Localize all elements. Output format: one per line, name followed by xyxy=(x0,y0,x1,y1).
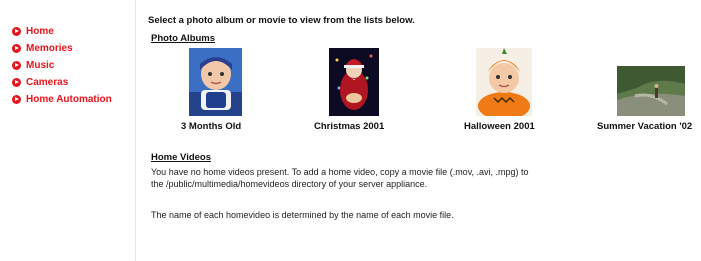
album-thumbnail[interactable] xyxy=(476,48,532,116)
intro-text: Select a photo album or movie to view fr… xyxy=(148,15,415,26)
play-circle-icon xyxy=(12,61,21,70)
album-caption[interactable]: Halloween 2001 xyxy=(464,121,535,132)
main-content: Select a photo album or movie to view fr… xyxy=(148,0,701,261)
home-videos-heading: Home Videos xyxy=(151,152,212,163)
nav-item-cameras[interactable]: Cameras xyxy=(12,74,112,91)
album-caption[interactable]: Summer Vacation '02 xyxy=(597,121,692,132)
play-circle-icon xyxy=(12,78,21,87)
nav-item-home[interactable]: Home xyxy=(12,23,112,40)
nav-item-memories[interactable]: Memories xyxy=(12,40,112,57)
home-videos-message-line: the /public/multimedia/homevideos direct… xyxy=(151,179,428,189)
photo-albums-heading: Photo Albums xyxy=(151,33,216,44)
nav-item-label[interactable]: Home xyxy=(26,26,54,37)
album-caption[interactable]: Christmas 2001 xyxy=(314,121,384,132)
photo-albums-list: 3 Months Old Christmas 2001 Halloween 20… xyxy=(148,48,701,133)
nav-item-label[interactable]: Cameras xyxy=(26,77,68,88)
album-caption[interactable]: 3 Months Old xyxy=(181,121,241,132)
home-videos-message: You have no home videos present. To add … xyxy=(151,166,529,190)
play-circle-icon xyxy=(12,27,21,36)
album-thumbnail[interactable] xyxy=(329,48,379,116)
nav-item-label[interactable]: Memories xyxy=(26,43,73,54)
play-circle-icon xyxy=(12,95,21,104)
nav-item-music[interactable]: Music xyxy=(12,57,112,74)
play-circle-icon xyxy=(12,44,21,53)
nav-item-label[interactable]: Home Automation xyxy=(26,94,112,105)
home-videos-message-line: You have no home videos present. To add … xyxy=(151,167,529,177)
nav-item-home-automation[interactable]: Home Automation xyxy=(12,91,112,108)
album-thumbnail[interactable] xyxy=(617,66,685,116)
nav-item-label[interactable]: Music xyxy=(26,60,54,71)
album-thumbnail[interactable] xyxy=(189,48,242,116)
sidebar: Home Memories Music Cameras Home Automat… xyxy=(0,0,136,261)
home-videos-note: The name of each homevideo is determined… xyxy=(151,210,454,220)
sidebar-nav: Home Memories Music Cameras Home Automat… xyxy=(12,23,112,108)
page: Home Memories Music Cameras Home Automat… xyxy=(0,0,701,261)
